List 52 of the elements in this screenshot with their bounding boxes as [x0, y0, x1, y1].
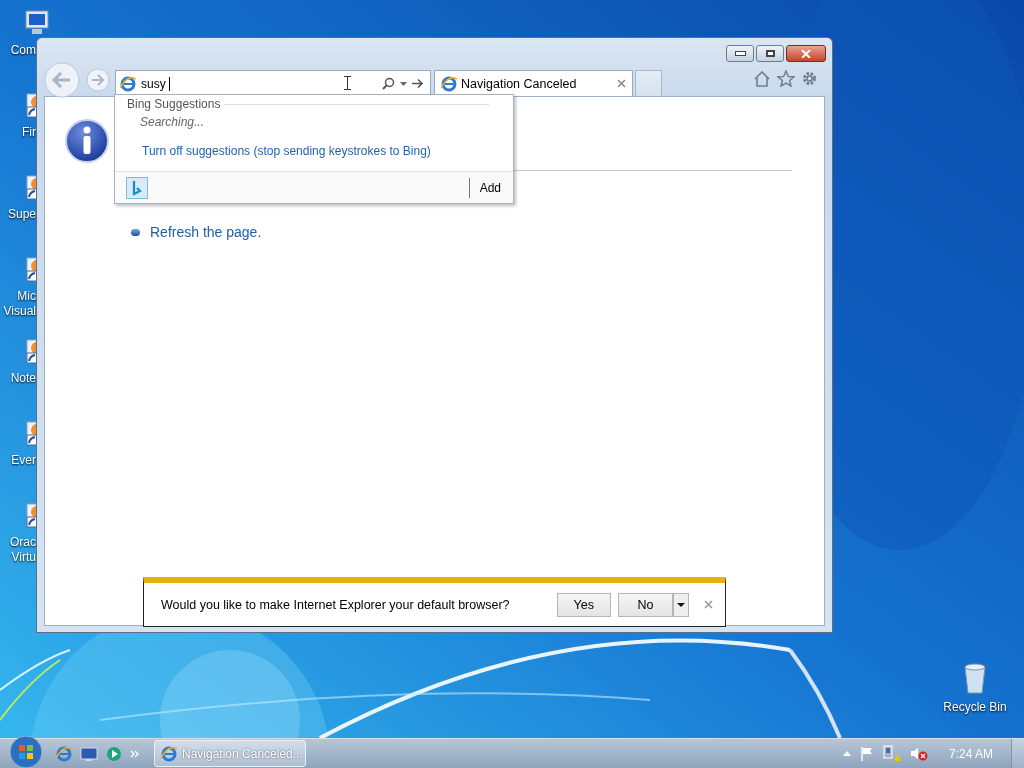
text-cursor-icon: [344, 76, 351, 90]
tab-title[interactable]: Navigation Canceled: [461, 76, 577, 91]
yes-button[interactable]: Yes: [556, 592, 611, 617]
recycle-bin-icon[interactable]: [961, 663, 989, 695]
start-button[interactable]: [8, 734, 44, 768]
volume-muted-icon[interactable]: [909, 746, 928, 761]
info-icon: [64, 118, 110, 164]
network-warning-icon[interactable]: [882, 745, 901, 762]
icon-label[interactable]: Com: [10, 43, 36, 58]
show-desktop-button[interactable]: [1011, 738, 1024, 768]
browser-logo-icon: [441, 75, 457, 92]
close-tab-icon[interactable]: [617, 79, 626, 88]
refresh-link[interactable]: Refresh the page.: [150, 224, 262, 240]
minimize-button[interactable]: [726, 45, 754, 62]
notification-message: Would you like to make Internet Explorer your default browser?: [161, 597, 511, 612]
dropdown-arrow-icon[interactable]: [400, 81, 407, 86]
status-text: Searching...: [139, 114, 206, 130]
star-icon[interactable]: [777, 70, 795, 87]
icon-label[interactable]: Ever: [11, 453, 36, 468]
turn-off-suggestions-link[interactable]: Turn off suggestions (stop sending keystrokes to Bing): [142, 144, 513, 158]
browser-logo-icon: [120, 75, 136, 92]
media-player-icon[interactable]: [106, 745, 122, 762]
icon-label[interactable]: Virtu: [11, 550, 36, 565]
icon-label[interactable]: Mic: [17, 289, 36, 304]
browser-logo-icon: [161, 745, 177, 762]
flag-icon[interactable]: [859, 746, 874, 761]
address-bar[interactable]: susy: [115, 70, 431, 96]
no-button[interactable]: No: [618, 592, 673, 617]
go-arrow-icon[interactable]: [412, 78, 424, 89]
bullet-icon: [131, 228, 140, 236]
icon-label[interactable]: Recycle Bin: [943, 700, 1007, 715]
icon-label[interactable]: Fir: [22, 125, 36, 140]
add-button[interactable]: Add: [469, 180, 513, 195]
search-icon[interactable]: [382, 77, 395, 90]
icon-label[interactable]: Supe: [7, 207, 36, 222]
dropdown-arrow-button[interactable]: [673, 592, 689, 617]
browser-tab[interactable]: Navigation Canceled: [434, 70, 633, 96]
monitor-icon[interactable]: [80, 745, 98, 762]
close-button[interactable]: [786, 45, 826, 62]
icon-label[interactable]: Visual: [3, 304, 36, 319]
icon-label[interactable]: Orac: [10, 535, 36, 550]
icon-label[interactable]: Note: [10, 371, 36, 386]
maximize-button[interactable]: [756, 45, 784, 62]
browser-logo-icon[interactable]: [56, 745, 72, 762]
address-text[interactable]: susy: [141, 76, 170, 91]
settings-icon[interactable]: [801, 70, 818, 87]
home-icon[interactable]: [753, 70, 771, 87]
section-heading: Bing Suggestions: [127, 97, 221, 111]
computer-icon[interactable]: [22, 9, 52, 37]
bing-logo-icon[interactable]: [126, 176, 148, 199]
close-icon[interactable]: [704, 600, 713, 609]
close-icon: [801, 49, 811, 58]
